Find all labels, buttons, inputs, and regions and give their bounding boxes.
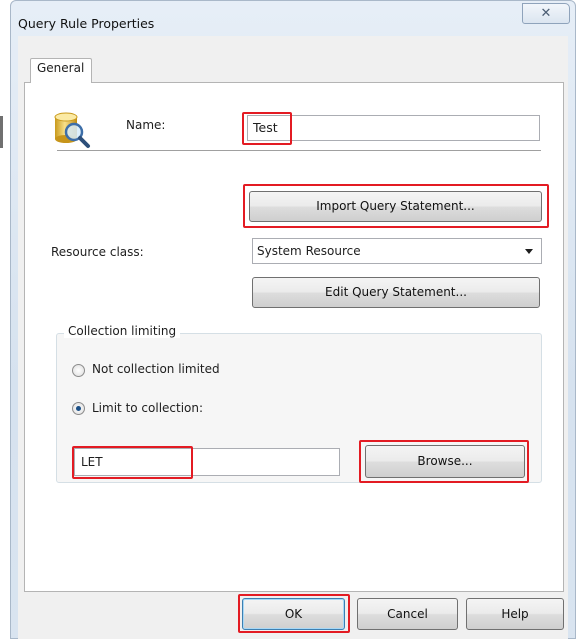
help-button[interactable]: Help [466, 598, 564, 630]
radio-limit-to-collection[interactable] [72, 402, 85, 415]
resource-class-value: System Resource [257, 244, 361, 258]
browse-button[interactable]: Browse... [365, 445, 525, 478]
database-search-icon [51, 109, 95, 149]
close-button[interactable]: ✕ [522, 3, 570, 24]
chevron-down-icon [525, 249, 533, 254]
radio-not-collection-limited[interactable] [72, 364, 85, 377]
resource-class-select[interactable]: System Resource [252, 238, 542, 264]
ok-button[interactable]: OK [242, 598, 345, 630]
name-input[interactable]: Test [247, 115, 540, 141]
resource-class-label: Resource class: [51, 245, 144, 259]
collection-input[interactable]: LET [74, 448, 340, 476]
name-label: Name: [126, 118, 166, 132]
window-title: Query Rule Properties [18, 16, 155, 31]
cancel-button[interactable]: Cancel [357, 598, 458, 630]
separator [57, 150, 541, 152]
collection-limiting-label: Collection limiting [64, 324, 181, 338]
radio-not-collection-limited-label[interactable]: Not collection limited [92, 362, 220, 376]
import-query-statement-button[interactable]: Import Query Statement... [249, 191, 542, 222]
close-icon: ✕ [540, 6, 552, 21]
radio-limit-to-collection-label[interactable]: Limit to collection: [92, 401, 203, 415]
left-edge-artifact [0, 116, 3, 148]
tab-general[interactable]: General [30, 58, 92, 83]
edit-query-statement-button[interactable]: Edit Query Statement... [252, 277, 540, 308]
